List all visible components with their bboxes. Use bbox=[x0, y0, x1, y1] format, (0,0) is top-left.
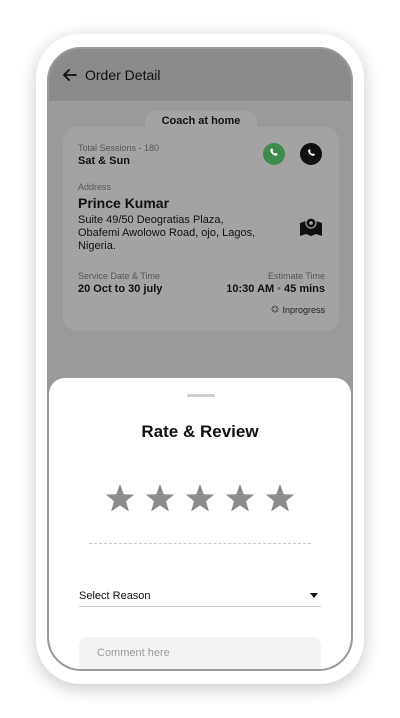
estimate-duration: 45 mins bbox=[284, 283, 325, 295]
estimate-time: 10:30 AM bbox=[226, 283, 275, 295]
rate-review-sheet: Rate & Review Select Reason bbox=[49, 378, 351, 669]
estimate-time-value: 10:30 AM • 45 mins bbox=[226, 283, 325, 295]
back-arrow-icon[interactable] bbox=[61, 66, 79, 84]
star-icon[interactable] bbox=[223, 482, 257, 516]
spinner-icon bbox=[271, 305, 280, 315]
address-line: Obafemi Awolowo Road, ojo, Lagos, bbox=[78, 227, 256, 239]
map-icon[interactable] bbox=[299, 217, 323, 237]
address-label: Address bbox=[78, 182, 112, 192]
order-card: Total Sessions - 180 Sat & Sun Address P… bbox=[63, 127, 339, 331]
chevron-down-icon bbox=[310, 593, 318, 598]
star-icon[interactable] bbox=[143, 482, 177, 516]
star-icon[interactable] bbox=[263, 482, 297, 516]
address-line: Suite 49/50 Deogratias Plaza, bbox=[78, 214, 224, 226]
sheet-title: Rate & Review bbox=[141, 422, 259, 441]
status-text: Inprogress bbox=[282, 305, 325, 315]
divider bbox=[89, 543, 311, 544]
top-app-bar: Order Detail bbox=[49, 49, 351, 101]
reason-select-value: Select Reason bbox=[79, 589, 151, 602]
sessions-label: Total Sessions - 180 bbox=[78, 143, 160, 153]
app-screen: Order Detail Coach at home Total Session… bbox=[47, 47, 353, 671]
customer-name: Prince Kumar bbox=[78, 195, 170, 211]
address-text: Suite 49/50 Deogratias Plaza, Obafemi Aw… bbox=[78, 214, 283, 253]
whatsapp-icon bbox=[268, 145, 280, 163]
estimate-time-label: Estimate Time bbox=[267, 271, 325, 281]
star-rating bbox=[103, 482, 297, 516]
sheet-drag-handle[interactable] bbox=[187, 394, 215, 397]
call-button[interactable] bbox=[300, 143, 322, 165]
star-icon[interactable] bbox=[103, 482, 137, 516]
whatsapp-button[interactable] bbox=[263, 143, 285, 165]
comment-field[interactable] bbox=[79, 637, 321, 669]
sessions-value: Sat & Sun bbox=[78, 155, 130, 167]
service-date-label: Service Date & Time bbox=[78, 271, 161, 281]
order-detail-content: Coach at home Total Sessions - 180 Sat &… bbox=[49, 101, 351, 669]
service-date-value: 20 Oct to 30 july bbox=[78, 283, 163, 295]
status-badge: Inprogress bbox=[271, 305, 325, 315]
phone-icon bbox=[306, 145, 317, 163]
reason-select[interactable]: Select Reason bbox=[79, 585, 321, 607]
star-icon[interactable] bbox=[183, 482, 217, 516]
page-title: Order Detail bbox=[85, 67, 161, 83]
address-line: Nigeria. bbox=[78, 240, 116, 252]
